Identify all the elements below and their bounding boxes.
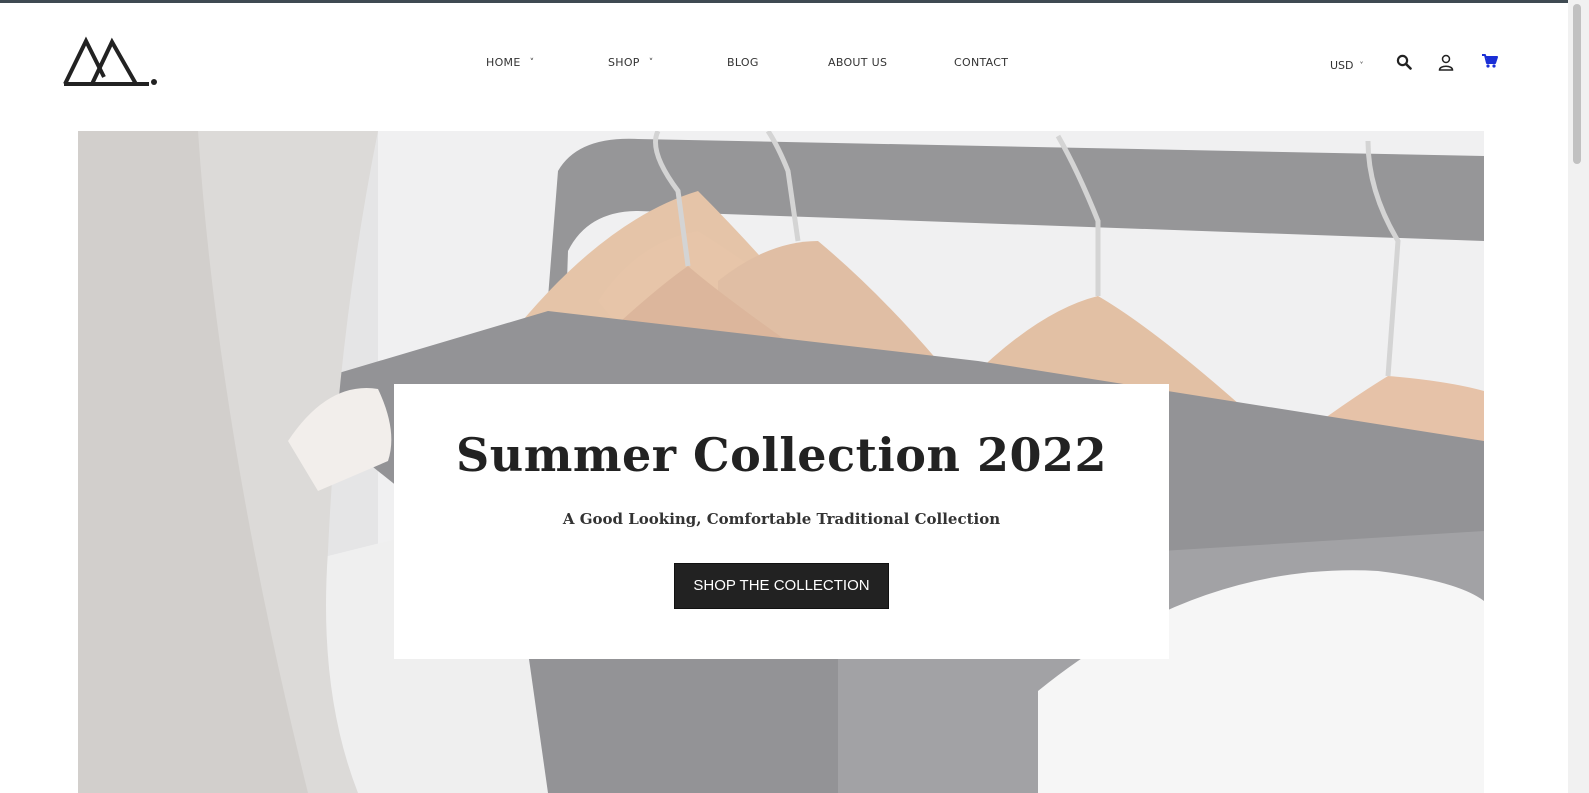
scrollbar-thumb[interactable] — [1573, 4, 1581, 164]
search-button[interactable] — [1396, 54, 1412, 75]
hero-card: Summer Collection 2022 A Good Looking, C… — [394, 384, 1169, 659]
search-icon — [1396, 54, 1412, 70]
page-scrollbar[interactable] — [1568, 0, 1589, 793]
nav-home[interactable]: HOME ˅ — [486, 56, 534, 69]
chevron-down-icon: ˅ — [1359, 61, 1364, 70]
site-header: HOME ˅ SHOP ˅ BLOG ABOUT US CONTACT USD ˅ — [0, 3, 1568, 123]
currency-label: USD — [1330, 59, 1354, 72]
nav-blog-label: BLOG — [727, 56, 759, 69]
nav-about-us[interactable]: ABOUT US — [828, 56, 887, 69]
hero-subtitle: A Good Looking, Comfortable Traditional … — [562, 510, 1001, 528]
account-button[interactable] — [1438, 54, 1454, 76]
nav-contact-label: CONTACT — [954, 56, 1009, 69]
hero-banner: Summer Collection 2022 A Good Looking, C… — [78, 131, 1484, 793]
nav-blog[interactable]: BLOG — [727, 56, 759, 69]
currency-selector[interactable]: USD ˅ — [1330, 59, 1364, 72]
site-logo[interactable] — [62, 33, 162, 91]
nav-home-label: HOME — [486, 56, 521, 69]
nav-about-label: ABOUT US — [828, 56, 888, 69]
chevron-down-icon: ˅ — [648, 58, 654, 68]
nav-contact[interactable]: CONTACT — [954, 56, 1008, 69]
hero-title: Summer Collection 2022 — [456, 428, 1107, 482]
shop-collection-button[interactable]: SHOP THE COLLECTION — [674, 563, 889, 609]
nav-shop[interactable]: SHOP ˅ — [608, 56, 654, 69]
user-icon — [1438, 54, 1454, 71]
cart-button[interactable] — [1481, 53, 1499, 74]
chevron-down-icon: ˅ — [529, 58, 535, 68]
cart-icon — [1482, 54, 1498, 68]
nav-shop-label: SHOP — [608, 56, 640, 69]
mountain-logo-icon — [63, 36, 157, 86]
